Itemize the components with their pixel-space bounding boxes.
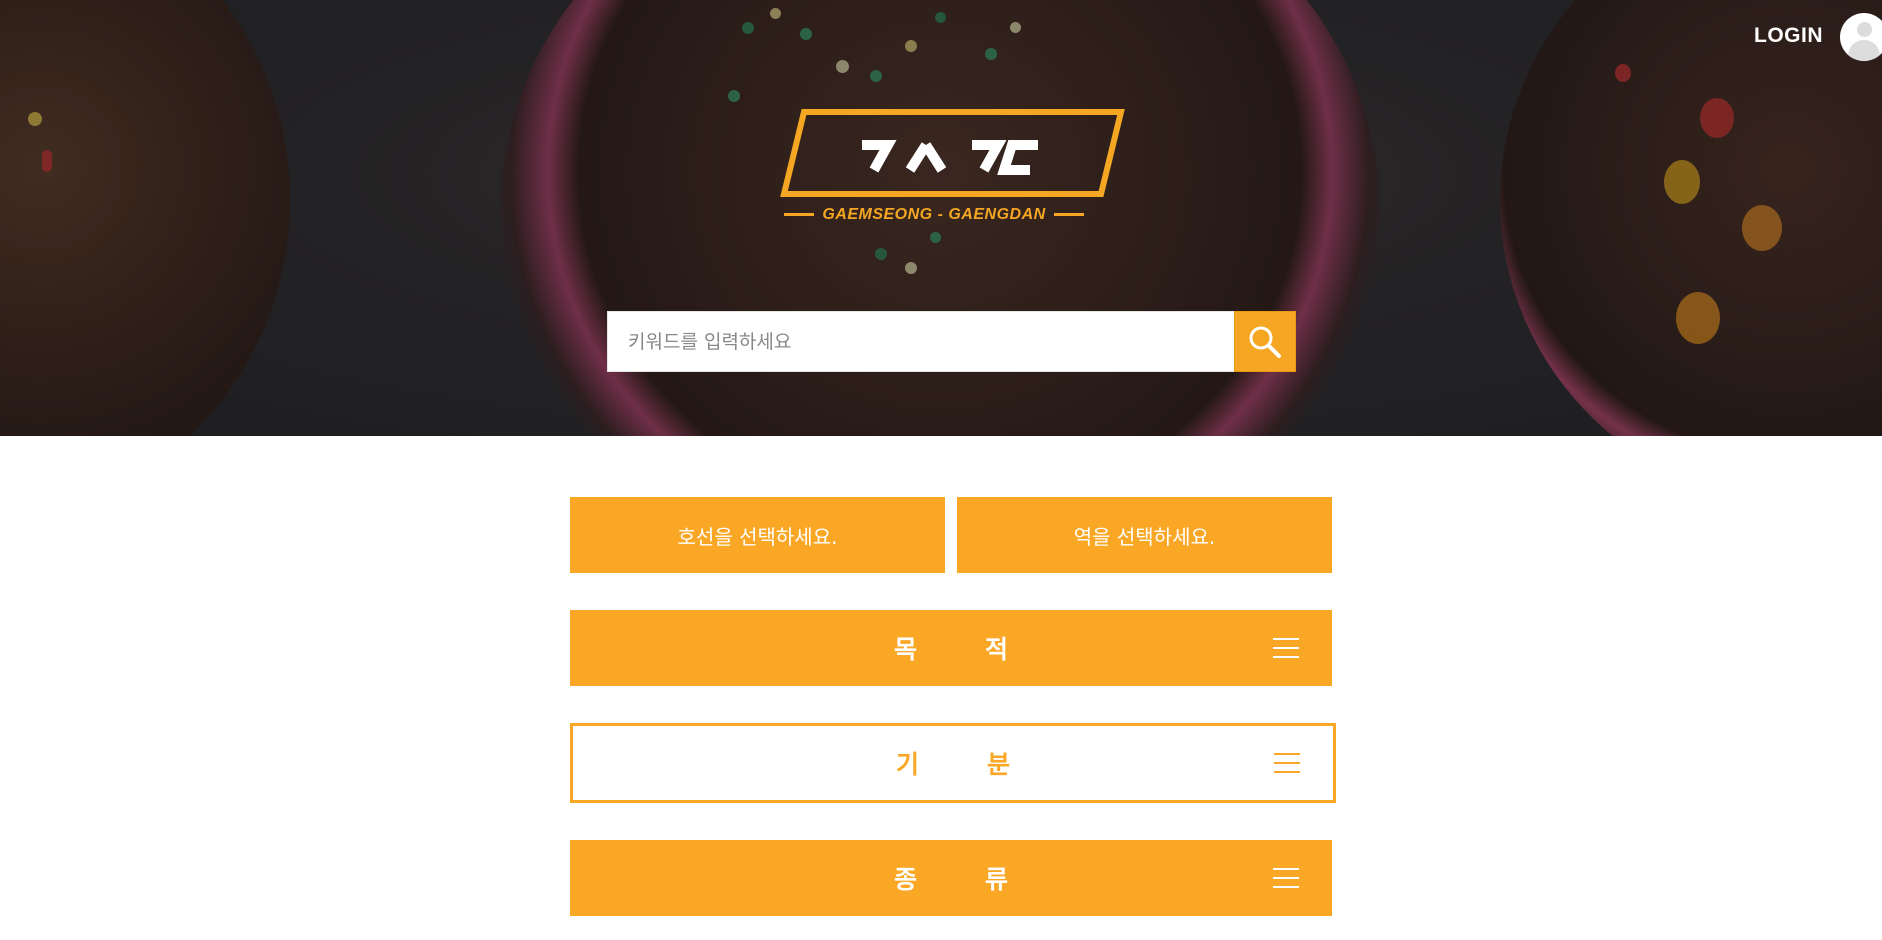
menu-icon[interactable] [1273, 638, 1299, 659]
search-button[interactable] [1234, 311, 1296, 372]
login-link[interactable]: LOGIN [1754, 24, 1823, 48]
category-label: 목적 [893, 635, 1076, 664]
station-select-button[interactable]: 역을 선택하세요. [957, 497, 1332, 573]
avatar-head [1857, 22, 1872, 37]
search-bar [607, 311, 1296, 372]
category-purpose[interactable]: 목적 [570, 610, 1332, 686]
search-input[interactable] [608, 312, 1233, 371]
hero-banner: LOGIN GAEMSEONG - GAENGDAN [0, 0, 1882, 436]
logo-mark [780, 109, 1125, 197]
line-select-button[interactable]: 호선을 선택하세요. [570, 497, 945, 573]
user-avatar-icon[interactable] [1840, 13, 1882, 61]
logo-rule [784, 213, 815, 217]
category-label: 기분 [895, 750, 1078, 779]
category-mood[interactable]: 기분 [570, 723, 1336, 803]
menu-icon[interactable] [1274, 753, 1300, 774]
logo-subtitle: GAEMSEONG - GAENGDAN [776, 206, 1092, 224]
search-icon [1249, 326, 1281, 358]
logo-subtitle-text: GAEMSEONG - GAENGDAN [822, 206, 1046, 223]
avatar-body [1848, 40, 1880, 61]
category-type[interactable]: 종류 [570, 840, 1332, 916]
category-label: 종류 [893, 865, 1076, 894]
logo-rule [1053, 213, 1084, 217]
menu-icon[interactable] [1273, 868, 1299, 889]
site-logo[interactable]: GAEMSEONG - GAENGDAN [776, 108, 1126, 228]
